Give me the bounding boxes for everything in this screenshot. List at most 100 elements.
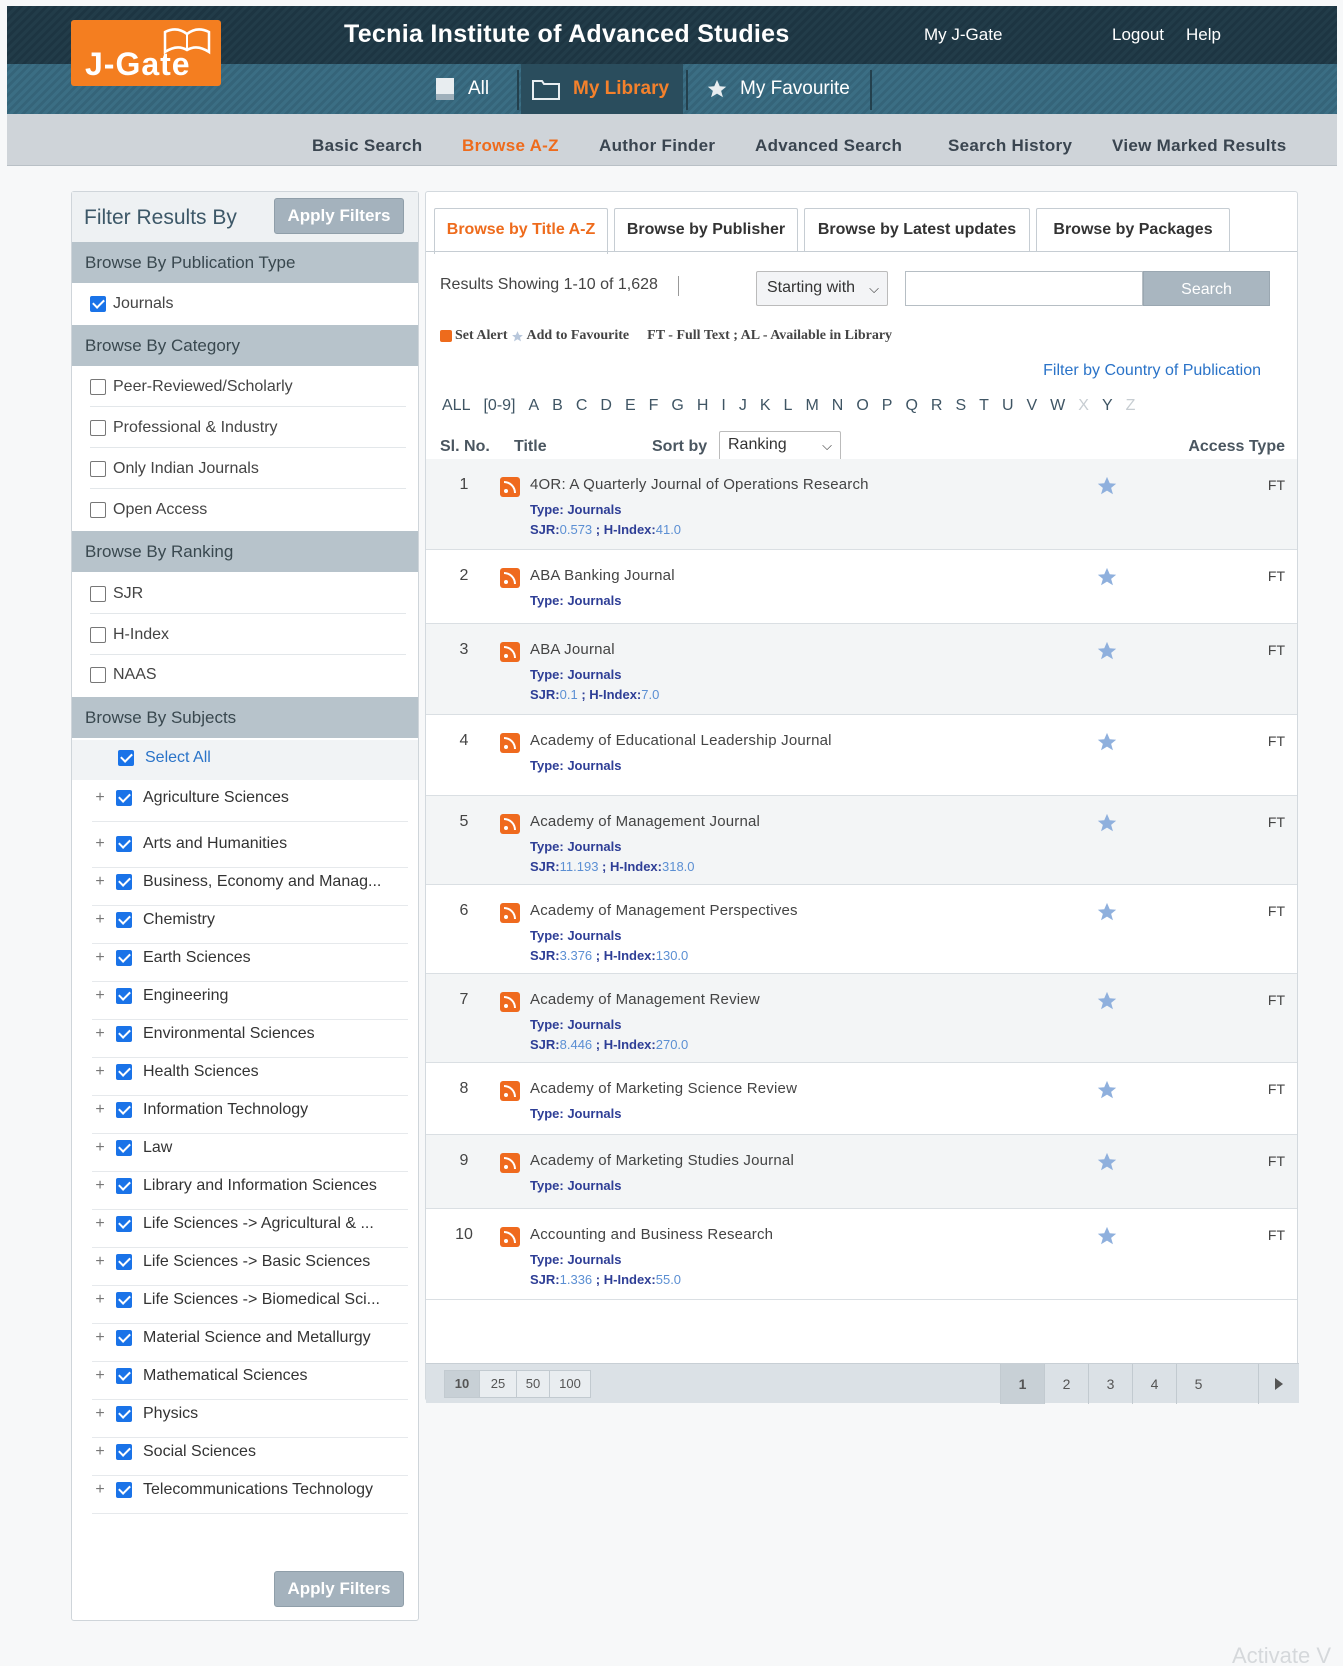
alpha-letter[interactable]: [0-9] (483, 397, 515, 415)
favourite-star-icon[interactable] (1096, 1225, 1118, 1247)
alpha-letter[interactable]: S (955, 397, 966, 415)
plus-icon[interactable]: + (92, 1253, 108, 1271)
subject-item[interactable]: + Material Science and Metallurgy (92, 1329, 371, 1347)
subnav-basic-search[interactable]: Basic Search (312, 136, 422, 156)
page-number-button[interactable]: 3 (1088, 1364, 1132, 1404)
journal-title-link[interactable]: ABA Banking Journal (530, 567, 675, 584)
checkbox[interactable] (116, 1368, 132, 1384)
rss-icon[interactable] (500, 1153, 520, 1173)
subject-item[interactable]: + Chemistry (92, 911, 215, 929)
alpha-letter[interactable]: Q (905, 397, 917, 415)
checkbox[interactable] (90, 627, 106, 643)
plus-icon[interactable]: + (92, 1177, 108, 1195)
alpha-letter[interactable]: N (832, 397, 844, 415)
alpha-letter[interactable]: O (856, 397, 868, 415)
checkbox[interactable] (90, 502, 106, 518)
checkbox[interactable] (90, 586, 106, 602)
filter-sjr[interactable]: SJR (90, 585, 143, 603)
subject-item[interactable]: + Information Technology (92, 1101, 308, 1119)
alpha-letter[interactable]: H (697, 397, 709, 415)
page-number-button[interactable]: 4 (1132, 1364, 1176, 1404)
my-jgate-link[interactable]: My J-Gate (924, 25, 1002, 45)
checkbox[interactable] (116, 1330, 132, 1346)
favourite-star-icon[interactable] (1096, 640, 1118, 662)
filter-only-indian[interactable]: Only Indian Journals (90, 460, 259, 478)
checkbox[interactable] (116, 790, 132, 806)
logout-link[interactable]: Logout (1112, 25, 1164, 45)
add-favourite-link[interactable]: Add to Favourite (526, 328, 629, 344)
checkbox[interactable] (116, 1140, 132, 1156)
journal-title-link[interactable]: Academy of Management Perspectives (530, 902, 798, 919)
favourite-star-icon[interactable] (1096, 1151, 1118, 1173)
section-publication-type[interactable]: Browse By Publication Type (72, 242, 418, 283)
plus-icon[interactable]: + (92, 1443, 108, 1461)
filter-journals[interactable]: Journals (90, 295, 173, 313)
subject-item[interactable]: + Mathematical Sciences (92, 1367, 308, 1385)
section-ranking[interactable]: Browse By Ranking (72, 531, 418, 572)
alpha-letter[interactable]: T (979, 397, 989, 415)
table-row[interactable]: 6 Academy of Management Perspectives Type:… (426, 885, 1297, 974)
filter-country-link[interactable]: Filter by Country of Publication (1043, 362, 1261, 380)
filter-naas[interactable]: NAAS (90, 666, 157, 684)
alpha-letter[interactable]: G (671, 397, 683, 415)
favourite-star-icon[interactable] (1096, 990, 1118, 1012)
subnav-view-marked-results[interactable]: View Marked Results (1112, 136, 1287, 156)
next-page-button[interactable] (1258, 1364, 1298, 1404)
plus-icon[interactable]: + (92, 1291, 108, 1309)
j-gate-logo[interactable]: J-Gate (71, 20, 221, 86)
section-subjects[interactable]: Browse By Subjects (72, 697, 418, 738)
select-all-subjects[interactable]: Select All (118, 749, 211, 767)
apply-filters-button-top[interactable]: Apply Filters (274, 198, 404, 234)
tab-browse-latest[interactable]: Browse by Latest updates (804, 208, 1030, 252)
checkbox[interactable] (90, 296, 106, 312)
alpha-letter[interactable]: P (882, 397, 893, 415)
tab-browse-publisher[interactable]: Browse by Publisher (614, 208, 798, 252)
subject-item[interactable]: + Environmental Sciences (92, 1025, 315, 1043)
col-title[interactable]: Title (514, 438, 547, 456)
table-row[interactable]: 2 ABA Banking Journal Type: Journals FT (426, 550, 1297, 624)
alpha-letter[interactable]: U (1002, 397, 1014, 415)
subnav-author-finder[interactable]: Author Finder (599, 136, 715, 156)
checkbox[interactable] (116, 988, 132, 1004)
page-size-option[interactable]: 10 (444, 1370, 480, 1398)
checkbox[interactable] (116, 1406, 132, 1422)
journal-title-link[interactable]: ABA Journal (530, 641, 615, 658)
checkbox[interactable] (116, 1064, 132, 1080)
table-row[interactable]: 5 Academy of Management Journal Type: Jour… (426, 796, 1297, 885)
checkbox[interactable] (116, 1482, 132, 1498)
favourite-star-icon[interactable] (1096, 566, 1118, 588)
tab-my-library[interactable]: My Library (521, 64, 683, 114)
plus-icon[interactable]: + (92, 1215, 108, 1233)
filter-open-access[interactable]: Open Access (90, 501, 207, 519)
subject-item[interactable]: + Physics (92, 1405, 198, 1423)
checkbox[interactable] (90, 420, 106, 436)
favourite-star-icon[interactable] (1096, 812, 1118, 834)
filter-peer-reviewed[interactable]: Peer-Reviewed/Scholarly (90, 378, 293, 396)
tab-all[interactable]: All (434, 64, 514, 114)
plus-icon[interactable]: + (92, 949, 108, 967)
subject-item[interactable]: + Library and Information Sciences (92, 1177, 377, 1195)
checkbox[interactable] (90, 461, 106, 477)
tab-browse-title[interactable]: Browse by Title A-Z (434, 208, 608, 254)
checkbox[interactable] (116, 950, 132, 966)
favourite-star-icon[interactable] (1096, 475, 1118, 497)
rss-icon[interactable] (500, 814, 520, 834)
plus-icon[interactable]: + (92, 1139, 108, 1157)
plus-icon[interactable]: + (92, 987, 108, 1005)
rss-icon[interactable] (500, 642, 520, 662)
subject-item[interactable]: + Telecommunications Technology (92, 1481, 373, 1499)
plus-icon[interactable]: + (92, 1063, 108, 1081)
subject-item[interactable]: + Engineering (92, 987, 228, 1005)
alpha-letter[interactable]: V (1027, 397, 1038, 415)
subject-item[interactable]: + Earth Sciences (92, 949, 251, 967)
favourite-star-icon[interactable] (1096, 1079, 1118, 1101)
subnav-browse-az[interactable]: Browse A-Z (462, 136, 559, 156)
page-size-option[interactable]: 100 (549, 1370, 591, 1398)
journal-title-link[interactable]: Academy of Educational Leadership Journa… (530, 732, 832, 749)
subject-item[interactable]: + Life Sciences -> Agricultural & ... (92, 1215, 374, 1233)
sort-select[interactable]: Ranking ⌵ (719, 431, 841, 461)
page-size-option[interactable]: 50 (516, 1370, 550, 1398)
checkbox[interactable] (116, 1254, 132, 1270)
plus-icon[interactable]: + (92, 1481, 108, 1499)
table-row[interactable]: 4 Academy of Educational Leadership Journ… (426, 715, 1297, 796)
